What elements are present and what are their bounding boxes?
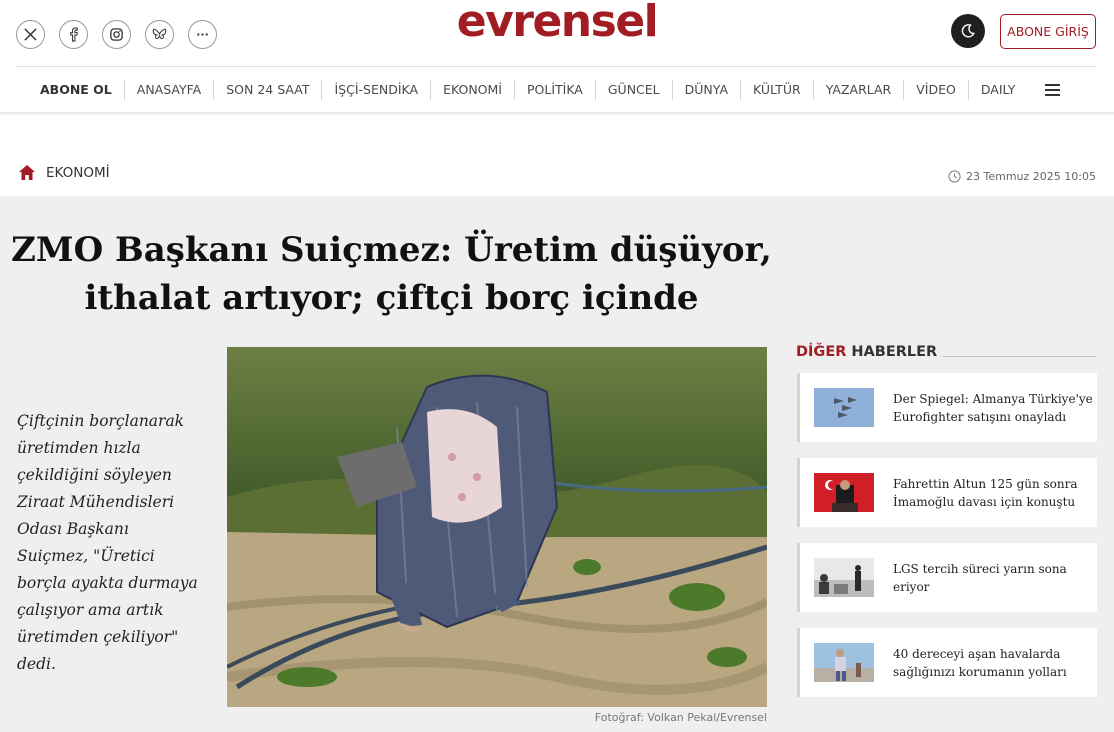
- news-thumbnail[interactable]: [814, 643, 874, 682]
- dark-mode-toggle[interactable]: [951, 14, 985, 48]
- publish-date: 23 Temmuz 2025 10:05: [948, 170, 1096, 183]
- news-card[interactable]: Der Spiegel: Almanya Türkiye'ye Eurofigh…: [797, 373, 1097, 442]
- other-news-heading: DİĞER HABERLER: [796, 343, 1096, 361]
- news-title[interactable]: LGS tercih süreci yarın sona eriyor: [893, 560, 1093, 596]
- photo-caption: Fotoğraf: Volkan Pekal/Evrensel: [594, 711, 767, 724]
- news-thumbnail[interactable]: [814, 558, 874, 597]
- home-icon[interactable]: [18, 164, 36, 181]
- nav-item-ekonomi[interactable]: EKONOMİ: [430, 79, 514, 100]
- news-card[interactable]: 40 dereceyi aşan havalarda sağlığınızı k…: [797, 628, 1097, 697]
- news-title[interactable]: 40 dereceyi aşan havalarda sağlığınızı k…: [893, 645, 1093, 681]
- main-nav: ABONE OL ANASAYFA SON 24 SAAT İŞÇİ-SENDİ…: [16, 66, 1096, 112]
- other-news-heading-red: DİĞER: [796, 344, 847, 360]
- nav-item-kultur[interactable]: KÜLTÜR: [740, 79, 813, 100]
- nav-item-yazarlar[interactable]: YAZARLAR: [812, 79, 904, 100]
- news-card[interactable]: Fahrettin Altun 125 gün sonra İmamoğlu d…: [797, 458, 1097, 527]
- article-photo[interactable]: [227, 347, 767, 707]
- news-title[interactable]: Der Spiegel: Almanya Türkiye'ye Eurofigh…: [893, 390, 1093, 426]
- hamburger-icon[interactable]: [1045, 83, 1061, 96]
- site-logo[interactable]: evrensel: [0, 0, 1114, 47]
- breadcrumb-category[interactable]: EKONOMİ: [46, 165, 110, 181]
- headline-line-1: ZMO Başkanı Suiçmez: Üretim düşüyor,: [11, 230, 772, 270]
- headline-line-2: ithalat artıyor; çiftçi borç içinde: [84, 278, 699, 318]
- nav-item-anasayfa[interactable]: ANASAYFA: [123, 79, 213, 100]
- nav-item-dunya[interactable]: DÜNYA: [671, 79, 740, 100]
- moon-icon: [961, 24, 975, 38]
- breadcrumb: EKONOMİ: [18, 164, 110, 181]
- nav-item-daily[interactable]: DAILY: [967, 79, 1028, 100]
- header-divider: [0, 112, 1114, 116]
- subscriber-login-button[interactable]: ABONE GİRİŞ: [1000, 14, 1096, 49]
- publish-date-text: 23 Temmuz 2025 10:05: [966, 170, 1096, 183]
- nav-item-guncel[interactable]: GÜNCEL: [594, 79, 672, 100]
- news-card[interactable]: LGS tercih süreci yarın sona eriyor: [797, 543, 1097, 612]
- top-bar: evrensel ABONE GİRİŞ: [0, 0, 1114, 66]
- nav-item-abone-ol[interactable]: ABONE OL: [16, 80, 124, 100]
- news-title[interactable]: Fahrettin Altun 125 gün sonra İmamoğlu d…: [893, 475, 1093, 511]
- article-lead: Çiftçinin borçlanarak üretimden hızla çe…: [17, 412, 198, 673]
- nav-item-son-24-saat[interactable]: SON 24 SAAT: [213, 79, 321, 100]
- news-thumbnail[interactable]: [814, 473, 874, 512]
- nav-item-video[interactable]: VİDEO: [903, 79, 968, 100]
- article-headline: ZMO Başkanı Suiçmez: Üretim düşüyor, ith…: [0, 226, 783, 322]
- other-news-heading-dark: HABERLER: [851, 344, 938, 360]
- heading-rule: [943, 356, 1096, 357]
- nav-item-politika[interactable]: POLİTİKA: [513, 79, 595, 100]
- clock-icon: [948, 170, 961, 183]
- nav-item-isci-sendika[interactable]: İŞÇİ-SENDİKA: [321, 79, 430, 100]
- news-thumbnail[interactable]: [814, 388, 874, 427]
